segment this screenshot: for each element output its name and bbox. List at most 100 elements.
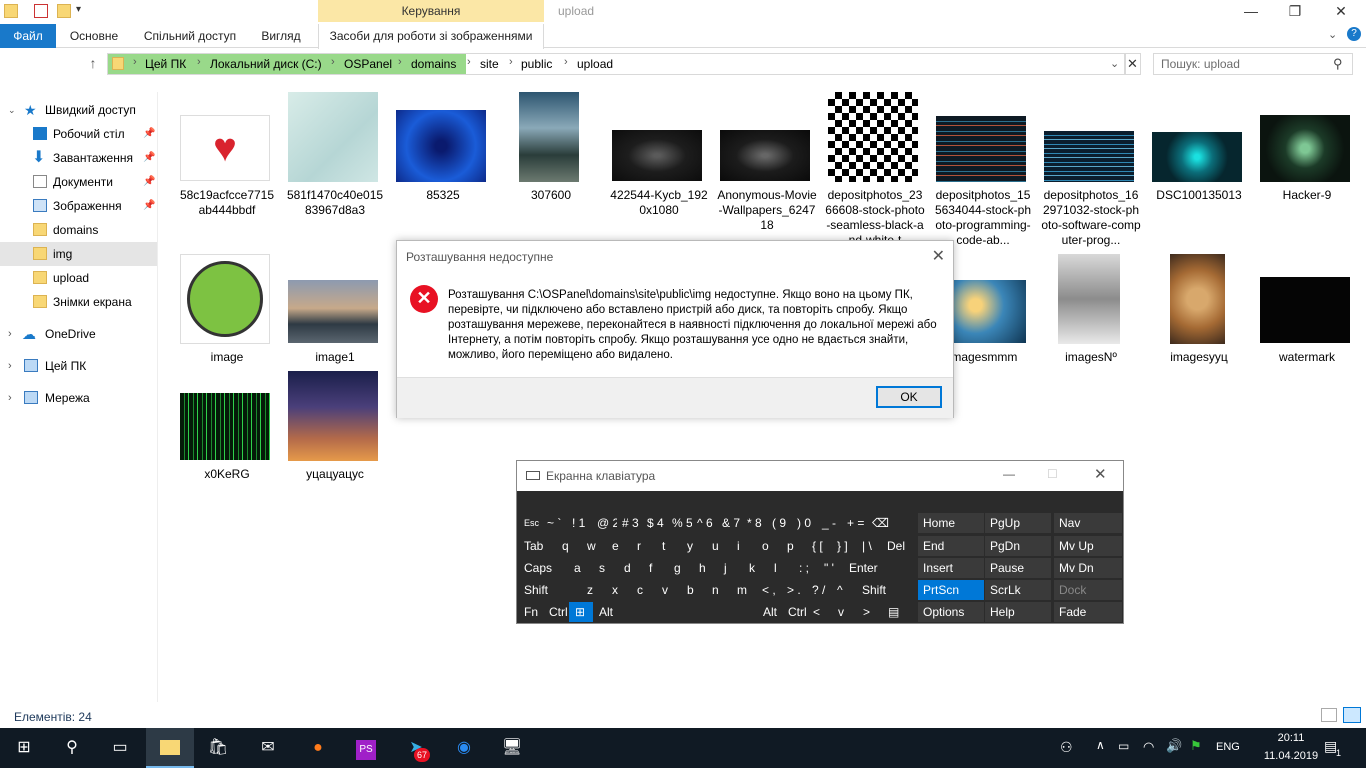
manage-context-tab[interactable]: Керування	[318, 0, 544, 22]
key[interactable]: p	[782, 536, 806, 556]
key[interactable]: End	[918, 536, 984, 556]
start-button[interactable]: ⊞	[0, 728, 48, 768]
chevron-down-icon[interactable]: ⌄	[8, 98, 16, 122]
key[interactable]: Nav	[1054, 513, 1122, 533]
key[interactable]: g	[669, 558, 693, 578]
key[interactable]: l	[769, 558, 793, 578]
key[interactable]: y	[682, 536, 706, 556]
key[interactable]: PgDn	[985, 536, 1051, 556]
key[interactable]: h	[694, 558, 718, 578]
breadcrumb-item[interactable]: domains	[411, 57, 456, 71]
phpstorm-icon[interactable]: PS	[342, 728, 390, 768]
key[interactable]: Mv Dn	[1054, 558, 1122, 578]
key[interactable]: ScrLk	[985, 580, 1051, 600]
key[interactable]: { [	[807, 536, 831, 556]
file-name[interactable]: watermark	[1257, 350, 1357, 365]
tab-file[interactable]: Файл	[0, 24, 56, 48]
battery-icon[interactable]: ▭	[1118, 739, 1129, 753]
tab-share[interactable]: Спільний доступ	[136, 24, 244, 48]
key[interactable]: w	[582, 536, 606, 556]
key[interactable]: _ -	[817, 513, 841, 533]
mail-icon[interactable]: ✉	[244, 728, 292, 768]
key[interactable]: r	[632, 536, 656, 556]
sidebar-item-network[interactable]: › Мережа	[0, 386, 157, 410]
key[interactable]: PrtScn	[918, 580, 984, 600]
file-name[interactable]: 307600	[501, 188, 601, 203]
sidebar-item-downloads[interactable]: ⬇ Завантаження 📌	[0, 146, 157, 170]
sidebar-item-quick-access[interactable]: ⌄ ★ Швидкий доступ	[0, 98, 157, 122]
key[interactable]: v	[657, 580, 681, 600]
backspace-key[interactable]: ⌫	[867, 513, 912, 533]
close-button[interactable]: ✕	[1318, 0, 1364, 24]
key[interactable]: i	[732, 536, 756, 556]
key[interactable]: " '	[819, 558, 843, 578]
key[interactable]: Dock	[1054, 580, 1122, 600]
file-thumbnail[interactable]	[1152, 132, 1242, 182]
search-icon[interactable]: ⚲	[48, 728, 96, 768]
wifi-icon[interactable]: ◠	[1143, 739, 1154, 755]
key[interactable]: } ]	[832, 536, 856, 556]
flag-icon[interactable]: ⚑	[1190, 738, 1202, 754]
key[interactable]: Caps	[519, 558, 567, 578]
key[interactable]: b	[682, 580, 706, 600]
file-thumbnail[interactable]	[720, 130, 810, 181]
file-name[interactable]: Anonymous-Movie-Wallpapers_624718	[717, 188, 817, 233]
breadcrumb-item[interactable]: Локальний диск (C:)	[210, 57, 322, 71]
breadcrumb-item[interactable]: public	[521, 57, 552, 71]
key[interactable]: e	[607, 536, 631, 556]
key[interactable]: c	[632, 580, 656, 600]
file-thumbnail[interactable]	[180, 254, 270, 344]
key[interactable]: ^	[832, 580, 856, 600]
file-thumbnail[interactable]	[828, 92, 918, 182]
language-indicator[interactable]: ENG	[1216, 741, 1240, 753]
dialog-close-button[interactable]: ✕	[932, 246, 945, 266]
key[interactable]: ) 0	[792, 513, 816, 533]
key[interactable]: Help	[985, 602, 1051, 622]
clock-date[interactable]: 11.04.2019	[1256, 750, 1326, 762]
tab-view[interactable]: Вигляд	[252, 24, 310, 48]
breadcrumb-item[interactable]: Цей ПК	[145, 57, 186, 71]
key[interactable]: Del	[882, 536, 912, 556]
file-thumbnail[interactable]	[396, 110, 486, 182]
key[interactable]: Fade	[1054, 602, 1122, 622]
up-arrow-icon[interactable]: ↑	[85, 55, 101, 71]
file-name[interactable]: уцацуацус	[285, 467, 385, 482]
ribbon-expand-icon[interactable]: ⌄	[1328, 28, 1337, 41]
key[interactable]: PgUp	[985, 513, 1051, 533]
key[interactable]: m	[732, 580, 756, 600]
sidebar-item-domains[interactable]: domains	[0, 218, 157, 242]
chevron-right-icon[interactable]: ›	[8, 322, 12, 346]
sidebar-item-upload[interactable]: upload	[0, 266, 157, 290]
sidebar-item-img[interactable]: img	[0, 242, 157, 266]
key[interactable]: Insert	[918, 558, 984, 578]
file-name[interactable]: 422544-Kycb_1920x1080	[609, 188, 709, 218]
key[interactable]: ^ 6	[692, 513, 716, 533]
sidebar-item-onedrive[interactable]: › ☁ OneDrive	[0, 322, 157, 346]
key[interactable]: ? /	[807, 580, 831, 600]
menu-key[interactable]: ▤	[883, 602, 912, 622]
key[interactable]: $ 4	[642, 513, 666, 533]
store-icon[interactable]: 🛍	[194, 728, 242, 768]
maps-icon[interactable]: ◉	[440, 728, 488, 768]
minimize-button[interactable]: —	[1003, 467, 1015, 481]
minimize-button[interactable]: —	[1228, 0, 1274, 24]
file-thumbnail[interactable]	[936, 116, 1026, 182]
key[interactable]: Alt	[758, 602, 782, 622]
key[interactable]: Shift	[857, 580, 912, 600]
breadcrumb-item[interactable]: upload	[577, 57, 613, 71]
key[interactable]: + =	[842, 513, 866, 533]
key[interactable]: n	[707, 580, 731, 600]
file-thumbnail[interactable]	[954, 280, 1026, 343]
large-icons-view-icon[interactable]	[1343, 707, 1361, 723]
key[interactable]: Ctrl	[783, 602, 807, 622]
file-name[interactable]: depositphotos_162971032-stock-photo-soft…	[1041, 188, 1141, 248]
key[interactable]: ~ `	[542, 513, 566, 533]
file-thumbnail[interactable]	[288, 280, 378, 343]
sidebar-item-screenshots[interactable]: Знімки екрана	[0, 290, 157, 314]
chevron-up-icon[interactable]: ∧	[1096, 738, 1105, 752]
file-thumbnail[interactable]: ♥	[180, 115, 270, 181]
file-name[interactable]: x0KeRG	[177, 467, 277, 482]
arrow-down-key[interactable]: v	[833, 602, 857, 622]
key[interactable]: Alt	[594, 602, 618, 622]
sidebar-item-this-pc[interactable]: › Цей ПК	[0, 354, 157, 378]
